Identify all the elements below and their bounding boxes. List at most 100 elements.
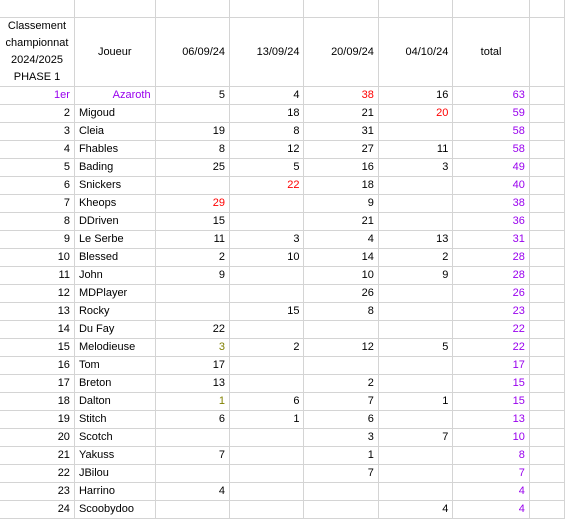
table-row[interactable]: 18 Dalton 1 6 7 1 15 [0,392,565,411]
cell-empty[interactable] [529,266,565,285]
cell-rank[interactable]: 24 [0,500,75,519]
cell-rank[interactable]: 23 [0,482,75,501]
cell-score[interactable]: 27 [303,140,379,159]
cell-score[interactable] [378,284,454,303]
cell-empty[interactable] [529,104,565,123]
cell-empty[interactable] [529,500,565,519]
cell-score[interactable] [378,356,454,375]
cell-total[interactable]: 22 [452,338,530,357]
cell-rank[interactable]: 15 [0,338,75,357]
table-row[interactable]: 13 Rocky 15 8 23 [0,302,565,321]
cell-total[interactable]: 15 [452,374,530,393]
cell-empty[interactable] [529,392,565,411]
cell-total[interactable]: 15 [452,392,530,411]
cell-score[interactable] [378,464,454,483]
cell-score[interactable]: 4 [229,86,305,105]
cell-score[interactable] [378,320,454,339]
ranking-table[interactable]: Classement championnat 2024/2025 PHASE 1… [0,0,565,519]
cell-empty[interactable] [529,176,565,195]
cell-score[interactable]: 2 [303,374,379,393]
cell-rank[interactable]: 8 [0,212,75,231]
column-header-date-3[interactable]: 20/09/24 [303,17,379,87]
cell-score[interactable]: 4 [378,500,454,519]
cell-score[interactable]: 3 [229,230,305,249]
cell-score[interactable]: 16 [303,158,379,177]
cell-empty[interactable] [529,464,565,483]
cell-score[interactable] [378,482,454,501]
cell-score[interactable]: 19 [155,122,231,141]
cell-score[interactable] [229,194,305,213]
cell-total[interactable]: 59 [452,104,530,123]
cell-empty[interactable] [529,428,565,447]
cell-score[interactable] [229,446,305,465]
cell-empty[interactable] [529,248,565,267]
table-row[interactable]: 20 Scotch 3 7 10 [0,428,565,447]
column-header-player[interactable]: Joueur [74,17,156,87]
cell-empty[interactable] [529,284,565,303]
cell-empty[interactable] [529,374,565,393]
table-row[interactable]: 1er Azaroth 5 4 38 16 63 [0,86,565,105]
cell-empty[interactable] [529,482,565,501]
cell-score[interactable]: 3 [378,158,454,177]
cell-score[interactable] [229,500,305,519]
cell-score[interactable]: 4 [303,230,379,249]
cell-rank[interactable]: 1er [0,86,75,105]
cell-player-name[interactable]: Melodieuse [74,338,156,357]
cell-empty[interactable] [529,212,565,231]
cell-rank[interactable]: 12 [0,284,75,303]
table-row[interactable]: 6 Snickers 22 18 40 [0,176,565,195]
cell-player-name[interactable]: Fhables [74,140,156,159]
cell-score[interactable] [378,374,454,393]
cell-total[interactable]: 28 [452,248,530,267]
cell-total[interactable]: 13 [452,410,530,429]
cell-score[interactable]: 20 [378,104,454,123]
cell-score[interactable]: 15 [155,212,231,231]
cell-score[interactable] [303,356,379,375]
table-row[interactable]: 7 Kheops 29 9 38 [0,194,565,213]
cell-score[interactable]: 9 [378,266,454,285]
cell-score[interactable]: 21 [303,212,379,231]
column-header-total[interactable]: total [452,17,530,87]
cell-score[interactable]: 7 [155,446,231,465]
cell-rank[interactable]: 21 [0,446,75,465]
cell-player-name[interactable]: Rocky [74,302,156,321]
cell-score[interactable] [155,464,231,483]
cell-empty[interactable] [529,86,565,105]
cell-empty[interactable] [529,410,565,429]
cell-score[interactable]: 29 [155,194,231,213]
cell-score[interactable]: 2 [229,338,305,357]
cell-score[interactable] [378,446,454,465]
cell-player-name[interactable]: Azaroth [74,86,156,105]
cell-score[interactable]: 1 [378,392,454,411]
cell-score[interactable]: 11 [378,140,454,159]
cell-total[interactable]: 7 [452,464,530,483]
cell-rank[interactable]: 14 [0,320,75,339]
cell-player-name[interactable]: Breton [74,374,156,393]
table-row[interactable]: 24 Scoobydoo 4 4 [0,500,565,519]
cell-score[interactable]: 31 [303,122,379,141]
cell-player-name[interactable]: MDPlayer [74,284,156,303]
cell-score[interactable]: 7 [378,428,454,447]
cell-player-name[interactable]: Bading [74,158,156,177]
cell-empty[interactable] [529,356,565,375]
cell-empty[interactable] [529,230,565,249]
cell-player-name[interactable]: JBilou [74,464,156,483]
cell-total[interactable]: 26 [452,284,530,303]
cell-score[interactable]: 6 [229,392,305,411]
cell-total[interactable]: 38 [452,194,530,213]
cell-score[interactable] [155,428,231,447]
cell-score[interactable] [378,122,454,141]
cell-player-name[interactable]: DDriven [74,212,156,231]
cell-score[interactable] [155,104,231,123]
cell-total[interactable]: 49 [452,158,530,177]
cell-empty[interactable] [529,140,565,159]
cell-total[interactable]: 23 [452,302,530,321]
cell-player-name[interactable]: Dalton [74,392,156,411]
cell-total[interactable]: 8 [452,446,530,465]
cell-score[interactable]: 22 [155,320,231,339]
cell-score[interactable]: 7 [303,464,379,483]
cell-score[interactable]: 8 [303,302,379,321]
cell-score[interactable] [229,464,305,483]
cell-total[interactable]: 58 [452,140,530,159]
cell-rank[interactable]: 10 [0,248,75,267]
